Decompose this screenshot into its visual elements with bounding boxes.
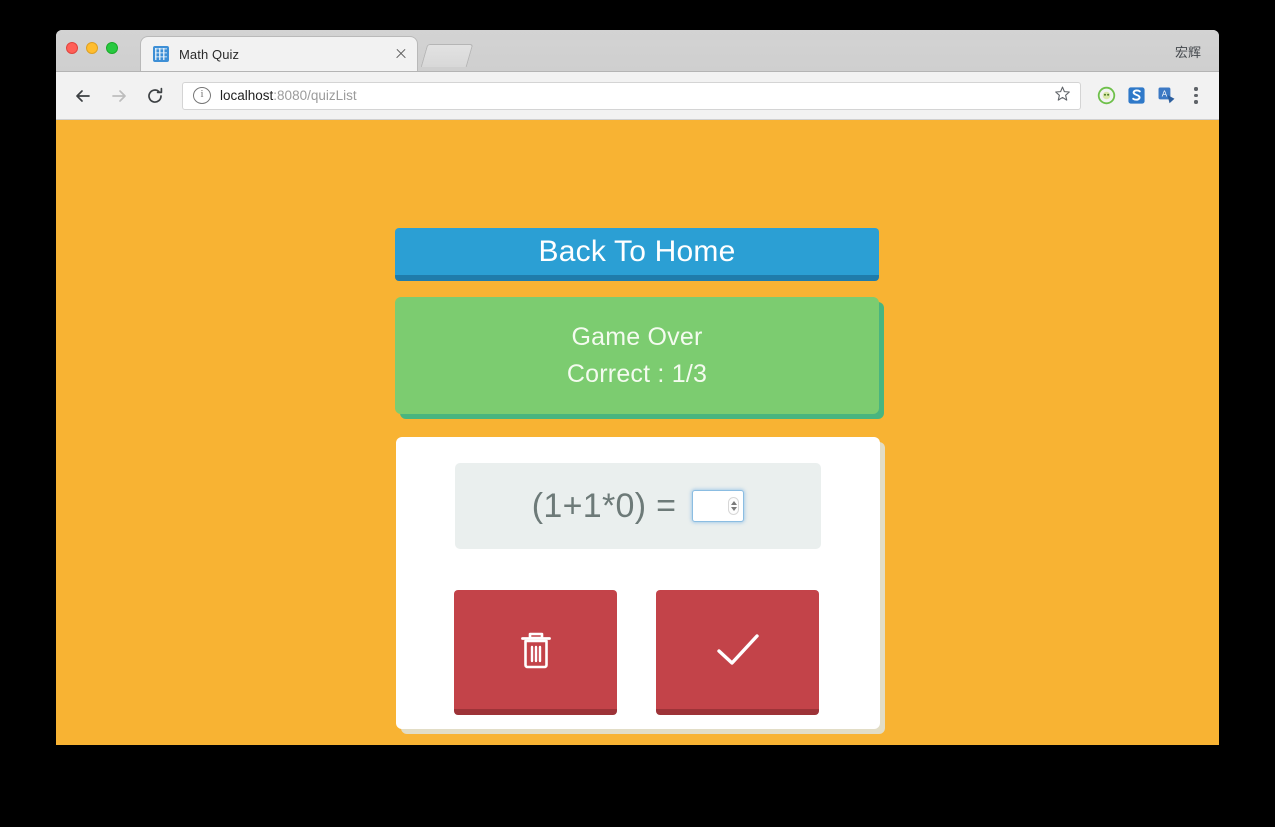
number-spinner[interactable]: [728, 497, 740, 515]
page-viewport: Back To Home Game Over Correct : 1/3 (1+…: [56, 120, 1219, 745]
game-over-title: Game Over: [571, 322, 703, 351]
browser-window: Math Quiz 宏辉 localhost:8080/quizList: [56, 30, 1219, 745]
close-window-button[interactable]: [66, 42, 78, 54]
trash-icon: [516, 628, 556, 672]
quiz-card: (1+1*0) =: [396, 437, 880, 729]
menu-dot: [1194, 100, 1198, 104]
address-bar[interactable]: localhost:8080/quizList: [182, 81, 1081, 110]
action-buttons: [454, 590, 824, 715]
profile-name[interactable]: 宏辉: [1175, 42, 1201, 61]
spinner-down-icon[interactable]: [730, 507, 737, 511]
url-text: localhost:8080/quizList: [220, 88, 1046, 103]
back-to-home-button[interactable]: Back To Home: [395, 228, 879, 281]
correct-score-text: Correct : 1/3: [566, 359, 708, 388]
forward-arrow-icon: [104, 81, 134, 111]
new-tab-button[interactable]: [420, 44, 474, 67]
window-controls: [66, 42, 118, 54]
question-text: (1+1*0) =: [531, 486, 677, 525]
back-arrow-icon[interactable]: [68, 81, 98, 111]
tab-title: Math Quiz: [179, 46, 240, 62]
check-icon: [714, 630, 762, 670]
url-path: :8080/quizList: [273, 88, 357, 103]
url-host: localhost: [220, 88, 274, 103]
question-row: (1+1*0) =: [455, 463, 821, 549]
three-dot-menu-icon[interactable]: [1185, 87, 1207, 104]
delete-button[interactable]: [454, 590, 617, 715]
maximize-window-button[interactable]: [106, 42, 118, 54]
svg-text:A: A: [1161, 89, 1167, 98]
star-icon[interactable]: [1054, 85, 1072, 107]
tab-close-icon[interactable]: [393, 46, 409, 62]
extension-icon-translate[interactable]: A: [1153, 83, 1179, 109]
minimize-window-button[interactable]: [86, 42, 98, 54]
game-over-panel: Game Over Correct : 1/3: [395, 297, 879, 414]
answer-input[interactable]: [692, 490, 745, 522]
extension-icon-green[interactable]: [1093, 83, 1119, 109]
math-quiz-favicon-icon: [153, 46, 169, 62]
extension-icon-sogou[interactable]: [1123, 83, 1149, 109]
browser-tab-math-quiz[interactable]: Math Quiz: [140, 36, 418, 71]
browser-toolbar: localhost:8080/quizList: [56, 72, 1219, 120]
page-info-icon[interactable]: [193, 87, 211, 104]
menu-dot: [1194, 87, 1198, 91]
spinner-up-icon[interactable]: [730, 501, 737, 505]
menu-dot: [1194, 93, 1198, 98]
submit-button[interactable]: [656, 590, 819, 715]
tab-strip: Math Quiz 宏辉: [56, 30, 1219, 72]
reload-icon[interactable]: [140, 81, 170, 111]
